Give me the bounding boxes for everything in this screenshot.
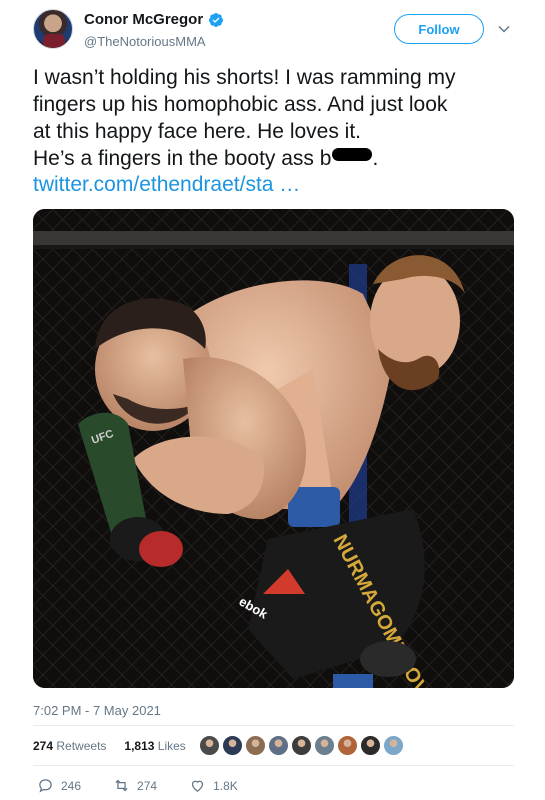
tweet-text: I wasn’t holding his shorts! I was rammi…	[33, 64, 523, 172]
tweet-link[interactable]: twitter.com/ethendraet/sta …	[33, 173, 300, 197]
likes-label: Likes	[157, 739, 186, 753]
tweet-line: fingers up his homophobic ass. And just …	[33, 93, 448, 116]
heart-icon	[191, 780, 204, 792]
liker-avatar-3[interactable]	[245, 735, 266, 756]
retweet-button[interactable]: 274	[113, 777, 157, 794]
retweet-count: 274	[137, 778, 158, 793]
verified-badge-icon	[209, 12, 224, 27]
divider	[33, 725, 514, 726]
liker-avatar-5[interactable]	[291, 735, 312, 756]
author-avatar[interactable]	[33, 9, 73, 49]
reply-count: 246	[61, 778, 82, 793]
tweet-photo[interactable]: NURMAGOMEDOV ebok UFC	[33, 209, 514, 688]
liker-avatar-8[interactable]	[360, 735, 381, 756]
retweets-count: 274	[33, 739, 54, 753]
reply-button[interactable]: 246	[37, 777, 81, 794]
likes-stat[interactable]: 1,813 Likes	[124, 739, 185, 753]
tweet-line-suffix: .	[372, 147, 379, 170]
author-name-row[interactable]: Conor McGregor	[84, 11, 224, 28]
retweet-icon	[115, 779, 128, 792]
divider	[33, 765, 514, 766]
liker-avatar-2[interactable]	[222, 735, 243, 756]
follow-button[interactable]: Follow	[394, 14, 484, 44]
liker-avatars	[199, 735, 404, 756]
tweet-line: at this happy face here. He loves it.	[33, 120, 362, 143]
tweet-line: He’s a fingers in the booty ass b.	[33, 145, 523, 172]
tweet-actions: 246 274 1.8K	[37, 777, 270, 794]
tweet-line-text: He’s a fingers in the booty ass b	[33, 147, 332, 170]
liker-avatar-7[interactable]	[337, 735, 358, 756]
like-count: 1.8K	[213, 778, 238, 793]
author-display-name[interactable]: Conor McGregor	[84, 11, 203, 28]
redaction-mark	[332, 148, 373, 161]
liker-avatar-6[interactable]	[314, 735, 335, 756]
retweets-stat[interactable]: 274 Retweets	[33, 739, 106, 753]
liker-avatar-1[interactable]	[199, 735, 220, 756]
tweet-card: Conor McGregor @TheNotoriousMMA Follow I…	[0, 0, 545, 800]
retweets-label: Retweets	[56, 739, 107, 753]
likes-count: 1,813	[124, 739, 155, 753]
liker-avatar-4[interactable]	[268, 735, 289, 756]
author-handle[interactable]: @TheNotoriousMMA	[84, 34, 206, 49]
liker-avatar-9[interactable]	[383, 735, 404, 756]
tweet-line: I wasn’t holding his shorts! I was rammi…	[33, 66, 456, 89]
tweet-timestamp[interactable]: 7:02 PM - 7 May 2021	[33, 703, 161, 718]
fight-photo: NURMAGOMEDOV ebok UFC	[33, 209, 514, 688]
engagement-stats: 274 Retweets 1,813 Likes	[33, 739, 186, 753]
reply-icon	[39, 779, 52, 793]
like-button[interactable]: 1.8K	[189, 777, 238, 794]
chevron-down-icon[interactable]	[497, 22, 511, 36]
